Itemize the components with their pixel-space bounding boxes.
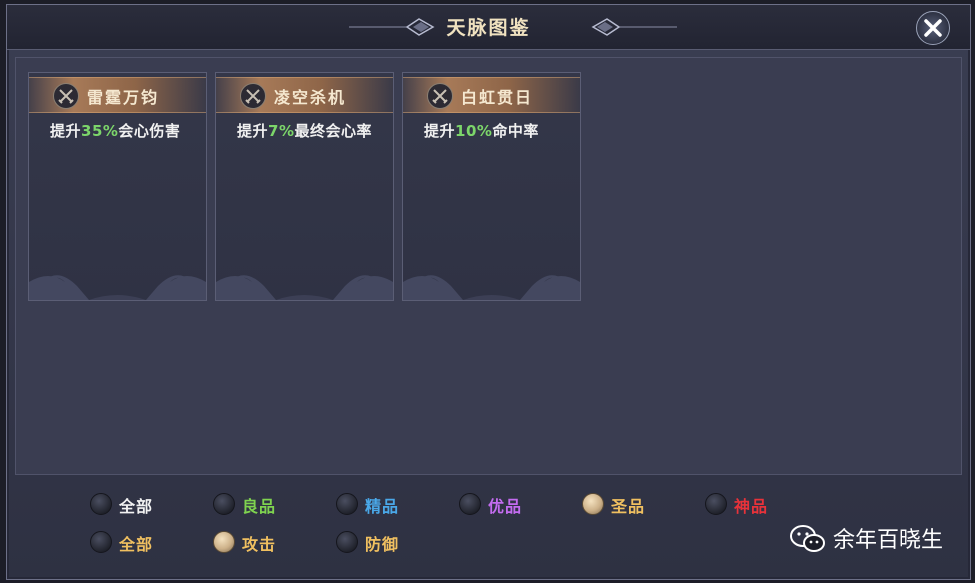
filter-quality-divine[interactable]: 神品	[705, 491, 785, 517]
close-button[interactable]	[916, 11, 950, 45]
radio-dot[interactable]	[90, 531, 112, 553]
card-header: 凌空杀机	[216, 77, 393, 113]
filter-label: 全部	[119, 535, 154, 554]
type-filter-row: 全部 攻击 防御	[84, 529, 424, 555]
radio-dot-selected[interactable]	[582, 493, 604, 515]
card[interactable]: 雷霆万钧 提升35%会心伤害	[28, 72, 207, 301]
filter-label: 神品	[734, 497, 769, 516]
filter-quality-good[interactable]: 良品	[213, 491, 293, 517]
card-description: 提升10%命中率	[424, 122, 539, 140]
card-header: 雷霆万钧	[29, 77, 206, 113]
card-value: 35%	[81, 122, 119, 140]
filter-label: 全部	[119, 497, 154, 516]
card-wave-ornament	[29, 275, 206, 300]
card-wave-ornament	[216, 275, 393, 300]
filter-quality-all[interactable]: 全部	[90, 491, 170, 517]
card[interactable]: 凌空杀机 提升7%最终会心率	[215, 72, 394, 301]
radio-dot[interactable]	[90, 493, 112, 515]
crossed-swords-icon	[53, 83, 79, 109]
title-right-ornament-icon	[591, 18, 677, 36]
filter-type-attack[interactable]: 攻击	[213, 529, 293, 555]
card[interactable]: 白虹贯日 提升10%命中率	[402, 72, 581, 301]
card-name: 白虹贯日	[461, 88, 534, 107]
window-title: 天脉图鉴	[446, 17, 531, 39]
filter-quality-superior[interactable]: 优品	[459, 491, 539, 517]
close-icon	[924, 19, 942, 37]
card-description: 提升7%最终会心率	[237, 122, 372, 140]
quality-filter-row: 全部 良品 精品 优品 圣品 神品	[84, 491, 784, 517]
radio-dot[interactable]	[705, 493, 727, 515]
filter-label: 圣品	[611, 497, 646, 516]
filter-label: 攻击	[242, 535, 277, 554]
card-value: 7%	[268, 122, 295, 140]
filter-label: 防御	[365, 535, 400, 554]
title-bar: 天脉图鉴	[7, 5, 970, 50]
radio-dot[interactable]	[459, 493, 481, 515]
card-name: 雷霆万钧	[87, 88, 160, 107]
filter-label: 良品	[242, 497, 277, 516]
codex-content: 雷霆万钧 提升35%会心伤害 凌空杀机 提升7%最终会心率 白虹贯日 提升10%…	[15, 57, 962, 475]
card-description: 提升35%会心伤害	[50, 122, 181, 140]
card-name: 凌空杀机	[274, 88, 347, 107]
radio-dot[interactable]	[213, 493, 235, 515]
crossed-swords-icon	[427, 83, 453, 109]
card-value: 10%	[455, 122, 493, 140]
radio-dot[interactable]	[336, 531, 358, 553]
filter-label: 精品	[365, 497, 400, 516]
filter-label: 优品	[488, 497, 523, 516]
watermark: 余年百晓生	[789, 522, 943, 554]
watermark-text: 余年百晓生	[832, 528, 943, 553]
wechat-icon	[789, 525, 825, 552]
radio-dot[interactable]	[336, 493, 358, 515]
card-wave-ornament	[403, 275, 580, 300]
filter-quality-fine[interactable]: 精品	[336, 491, 416, 517]
radio-dot-selected[interactable]	[213, 531, 235, 553]
filter-type-all[interactable]: 全部	[90, 529, 170, 555]
crossed-swords-icon	[240, 83, 266, 109]
filter-type-defense[interactable]: 防御	[336, 529, 416, 555]
filter-quality-holy[interactable]: 圣品	[582, 491, 662, 517]
card-header: 白虹贯日	[403, 77, 580, 113]
